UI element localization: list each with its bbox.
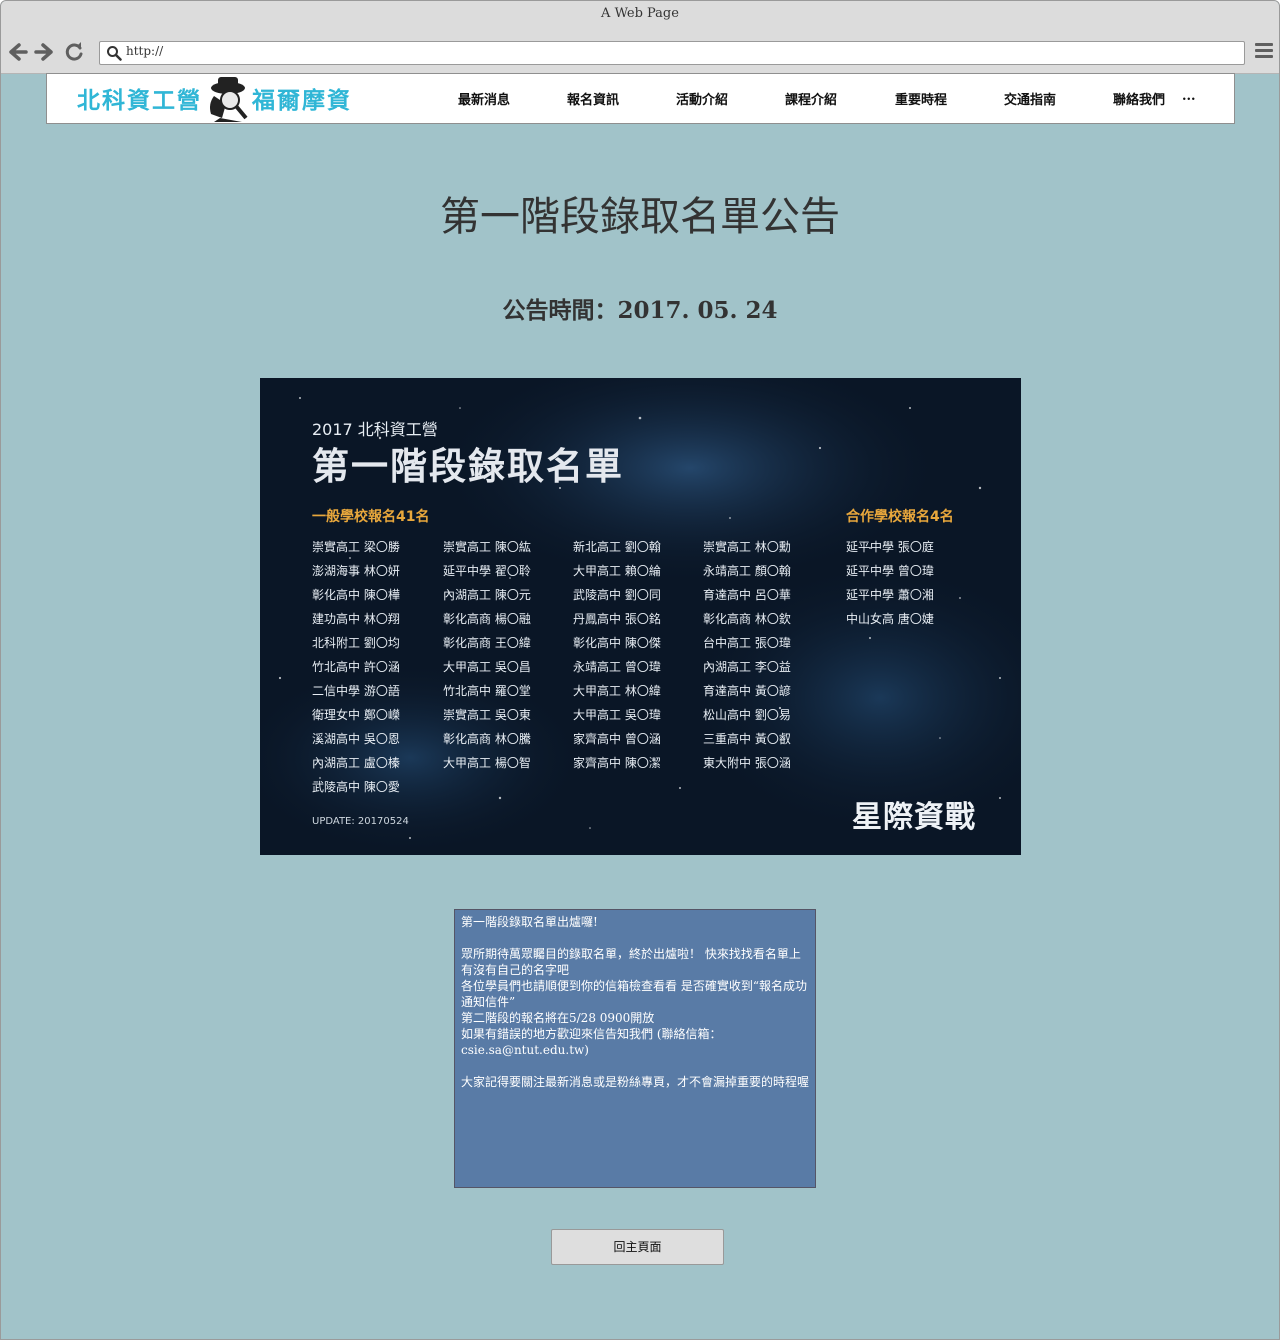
nav-item-transport[interactable]: 交通指南 (1004, 89, 1056, 108)
admitted-name: 彰化高商 王〇緯 (443, 636, 531, 650)
nav-item-activities[interactable]: 活動介紹 (676, 89, 728, 108)
admitted-name: 武陵高中 陳〇愛 (312, 780, 400, 794)
admitted-name: 家齊高中 曾〇涵 (573, 732, 661, 746)
admitted-name: 竹北高中 羅〇堂 (443, 684, 531, 698)
admitted-name: 三重高中 黃〇叡 (703, 732, 791, 746)
admitted-name: 崇實高工 林〇勳 (703, 540, 791, 554)
admitted-name: 家齊高中 陳〇潔 (573, 756, 661, 770)
partner-admitted-name: 延平中學 曾〇瑋 (846, 564, 934, 578)
admitted-name: 育達高中 黃〇諺 (703, 684, 791, 698)
publish-time: 公告時間：2017. 05. 24 (502, 297, 778, 324)
admitted-name: 丹鳳高中 張〇銘 (573, 612, 661, 626)
search-icon (107, 46, 122, 61)
admitted-name: 溪湖高中 吳〇恩 (312, 732, 400, 746)
nav-item-news[interactable]: 最新消息 (458, 89, 510, 108)
nav-item-schedule[interactable]: 重要時程 (895, 89, 947, 108)
admitted-name: 永靖高工 顏〇翰 (703, 564, 791, 578)
admitted-name: 衛理女中 鄭〇嶸 (312, 708, 400, 722)
admitted-name: 建功高中 林〇翔 (312, 612, 400, 626)
banner-title: 第一階段錄取名單 (312, 445, 624, 488)
reload-icon[interactable] (63, 41, 85, 63)
admitted-name: 台中高工 張〇瑋 (703, 636, 791, 650)
notice-paragraph-3: 第二階段的報名將在5/28 0900開放 (461, 1011, 655, 1025)
window-title: A Web Page (1, 1, 1279, 33)
partner-schools-heading: 合作學校報名4名 (846, 509, 954, 525)
admitted-name: 內湖高工 盧〇榛 (312, 756, 400, 770)
admitted-name: 大甲高工 賴〇綸 (573, 564, 661, 578)
admitted-name: 崇實高工 吳〇東 (443, 708, 531, 722)
admitted-name: 崇實高工 梁〇勝 (312, 540, 400, 554)
update-date: UPDATE: 20170524 (312, 816, 409, 827)
admitted-name: 彰化高商 林〇騰 (443, 732, 531, 746)
notice-paragraph-1: 眾所期待萬眾矚目的錄取名單，終於出爐啦！ 快來找找看名單上有沒有自己的名字吧 (461, 947, 801, 977)
arrow-left-icon[interactable] (7, 41, 29, 63)
admitted-name: 大甲高工 楊〇智 (443, 756, 531, 770)
logo-text-left: 北科資工營 (77, 88, 202, 114)
partner-admitted-name: 延平中學 蕭〇湘 (846, 588, 934, 602)
event-brand: 星際資戰 (852, 800, 976, 835)
partner-admitted-name: 中山女高 唐〇婕 (846, 612, 934, 626)
nav-item-courses[interactable]: 課程介紹 (785, 89, 837, 108)
site-header: 北科資工營 福爾摩資 最新消息 報名資訊 活動介紹 課程介紹 重要時程 交通指南… (46, 73, 1235, 124)
admitted-name: 彰化高中 陳〇樺 (312, 588, 400, 602)
admission-list-banner: 2017 北科資工營 第一階段錄取名單 一般學校報名41名 合作學校報名4名 崇… (260, 378, 1021, 855)
admitted-name: 彰化高商 楊〇融 (443, 612, 531, 626)
admitted-name: 彰化高商 林〇欽 (703, 612, 791, 626)
nav-item-more[interactable]: ... (1182, 89, 1196, 104)
nav-item-registration[interactable]: 報名資訊 (567, 89, 619, 108)
admitted-name: 新北高工 劉〇翰 (573, 540, 661, 554)
browser-window: A Web Page http:// 北科資工營 福爾摩資 最新消息 報名資訊 … (0, 0, 1280, 1340)
admitted-name: 大甲高工 吳〇瑋 (573, 708, 661, 722)
page-title: 第一階段錄取名單公告 (440, 194, 840, 240)
notice-paragraph-5: 大家記得要關注最新消息或是粉絲專頁，才不會漏掉重要的時程喔 (461, 1075, 810, 1089)
admitted-name: 澎湖海事 林〇妍 (312, 564, 400, 578)
admitted-name: 東大附中 張〇涵 (703, 756, 791, 770)
admitted-name: 松山高中 劉〇易 (703, 708, 791, 722)
admitted-name: 武陵高中 劉〇同 (573, 588, 661, 602)
admitted-name: 內湖高工 李〇益 (703, 660, 791, 674)
general-schools-heading: 一般學校報名41名 (312, 509, 430, 525)
logo-text-right: 福爾摩資 (252, 88, 352, 114)
admitted-name: 崇實高工 陳〇紘 (443, 540, 531, 554)
notice-paragraph-4: 如果有錯誤的地方歡迎來信告知我們 (聯絡信箱：csie.sa@ntut.edu.… (461, 1027, 722, 1057)
hamburger-menu-icon[interactable] (1255, 43, 1273, 61)
admitted-name: 永靖高工 曾〇瑋 (573, 660, 661, 674)
admitted-name: 內湖高工 陳〇元 (443, 588, 531, 602)
admitted-name: 彰化高中 陳〇傑 (573, 636, 661, 650)
admitted-name: 大甲高工 林〇緯 (573, 684, 661, 698)
admitted-name: 北科附工 劉〇均 (312, 636, 400, 650)
partner-admitted-name: 延平中學 張〇庭 (846, 540, 934, 554)
back-to-home-button[interactable]: 回主頁面 (551, 1229, 724, 1265)
admitted-name: 竹北高中 許〇涵 (312, 660, 400, 674)
announcement-box: 第一階段錄取名單出爐囉! 眾所期待萬眾矚目的錄取名單，終於出爐啦！ 快來找找看名… (454, 909, 816, 1188)
url-text[interactable]: http:// (126, 44, 163, 58)
admitted-name: 延平中學 翟〇聆 (443, 564, 531, 578)
notice-heading: 第一階段錄取名單出爐囉! (461, 915, 598, 929)
detective-logo-icon (210, 77, 248, 122)
notice-paragraph-2: 各位學員們也請順便到你的信箱檢查看看 是否確實收到“報名成功通知信件” (461, 979, 807, 1009)
arrow-right-icon[interactable] (33, 41, 55, 63)
nav-item-contact[interactable]: 聯絡我們 (1113, 89, 1165, 108)
admitted-name: 二信中學 游〇語 (312, 684, 400, 698)
site-logo[interactable]: 北科資工營 福爾摩資 (77, 74, 357, 122)
browser-toolbar: http:// (1, 33, 1279, 74)
admitted-name: 大甲高工 吳〇昌 (443, 660, 531, 674)
address-bar[interactable]: http:// (99, 41, 1245, 65)
admitted-name: 育達高中 呂〇華 (703, 588, 791, 602)
